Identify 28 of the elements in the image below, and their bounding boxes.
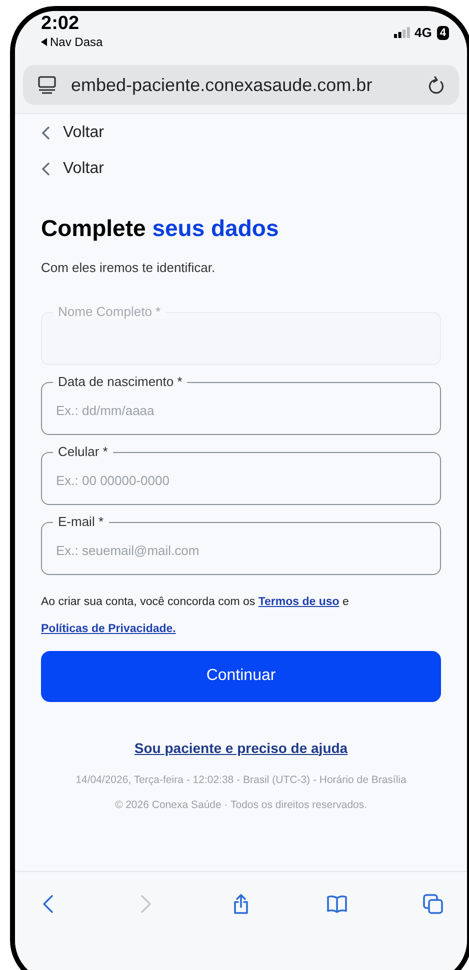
back-to-app[interactable]: Nav Dasa bbox=[50, 35, 103, 49]
page-menu-icon[interactable] bbox=[37, 76, 57, 94]
field-label: Celular * bbox=[53, 444, 113, 458]
reload-icon[interactable] bbox=[427, 75, 445, 95]
back-link[interactable]: Voltar bbox=[41, 156, 441, 182]
signal-icon bbox=[394, 27, 410, 38]
chevron-left-icon bbox=[41, 126, 51, 140]
page-heading: Complete seus dados bbox=[41, 214, 280, 242]
status-time: 2:02 bbox=[41, 13, 80, 35]
back-link[interactable]: Voltar bbox=[41, 120, 441, 146]
tabs-icon[interactable] bbox=[421, 892, 445, 916]
privacy-link[interactable]: Políticas de Privacidade. bbox=[41, 622, 176, 634]
field-label: Data de nascimento * bbox=[53, 374, 188, 388]
timestamp-text: 14/04/2026, Terça-feira - 12:02:38 - Brasil (UTC-3) - Horário de Brasília bbox=[74, 772, 408, 788]
copyright-text: © 2026 Conexa Saúde · Todos os direitos reservados. bbox=[114, 798, 368, 814]
battery-level: 4 bbox=[436, 26, 449, 40]
field-label: E-mail * bbox=[53, 514, 109, 528]
terms-link[interactable]: Termos de uso bbox=[258, 596, 340, 608]
subtitle: Com eles iremos te identificar. bbox=[41, 259, 216, 277]
continue-button[interactable]: Continuar bbox=[41, 650, 441, 702]
network-label: 4G bbox=[414, 24, 432, 42]
chevron-left-icon bbox=[41, 162, 51, 176]
terms-text: Ao criar sua conta, você concorda com os Termos de uso e Políticas de Privacidade. bbox=[41, 594, 350, 636]
address-bar[interactable]: embed-paciente.conexasaude.com.br bbox=[23, 65, 459, 105]
help-link[interactable]: Sou paciente e preciso de ajuda bbox=[134, 738, 348, 758]
url-text: embed-paciente.conexasaude.com.br bbox=[71, 74, 374, 97]
triangle-left-icon bbox=[41, 38, 47, 46]
field-label: Nome Completo * bbox=[53, 304, 166, 318]
